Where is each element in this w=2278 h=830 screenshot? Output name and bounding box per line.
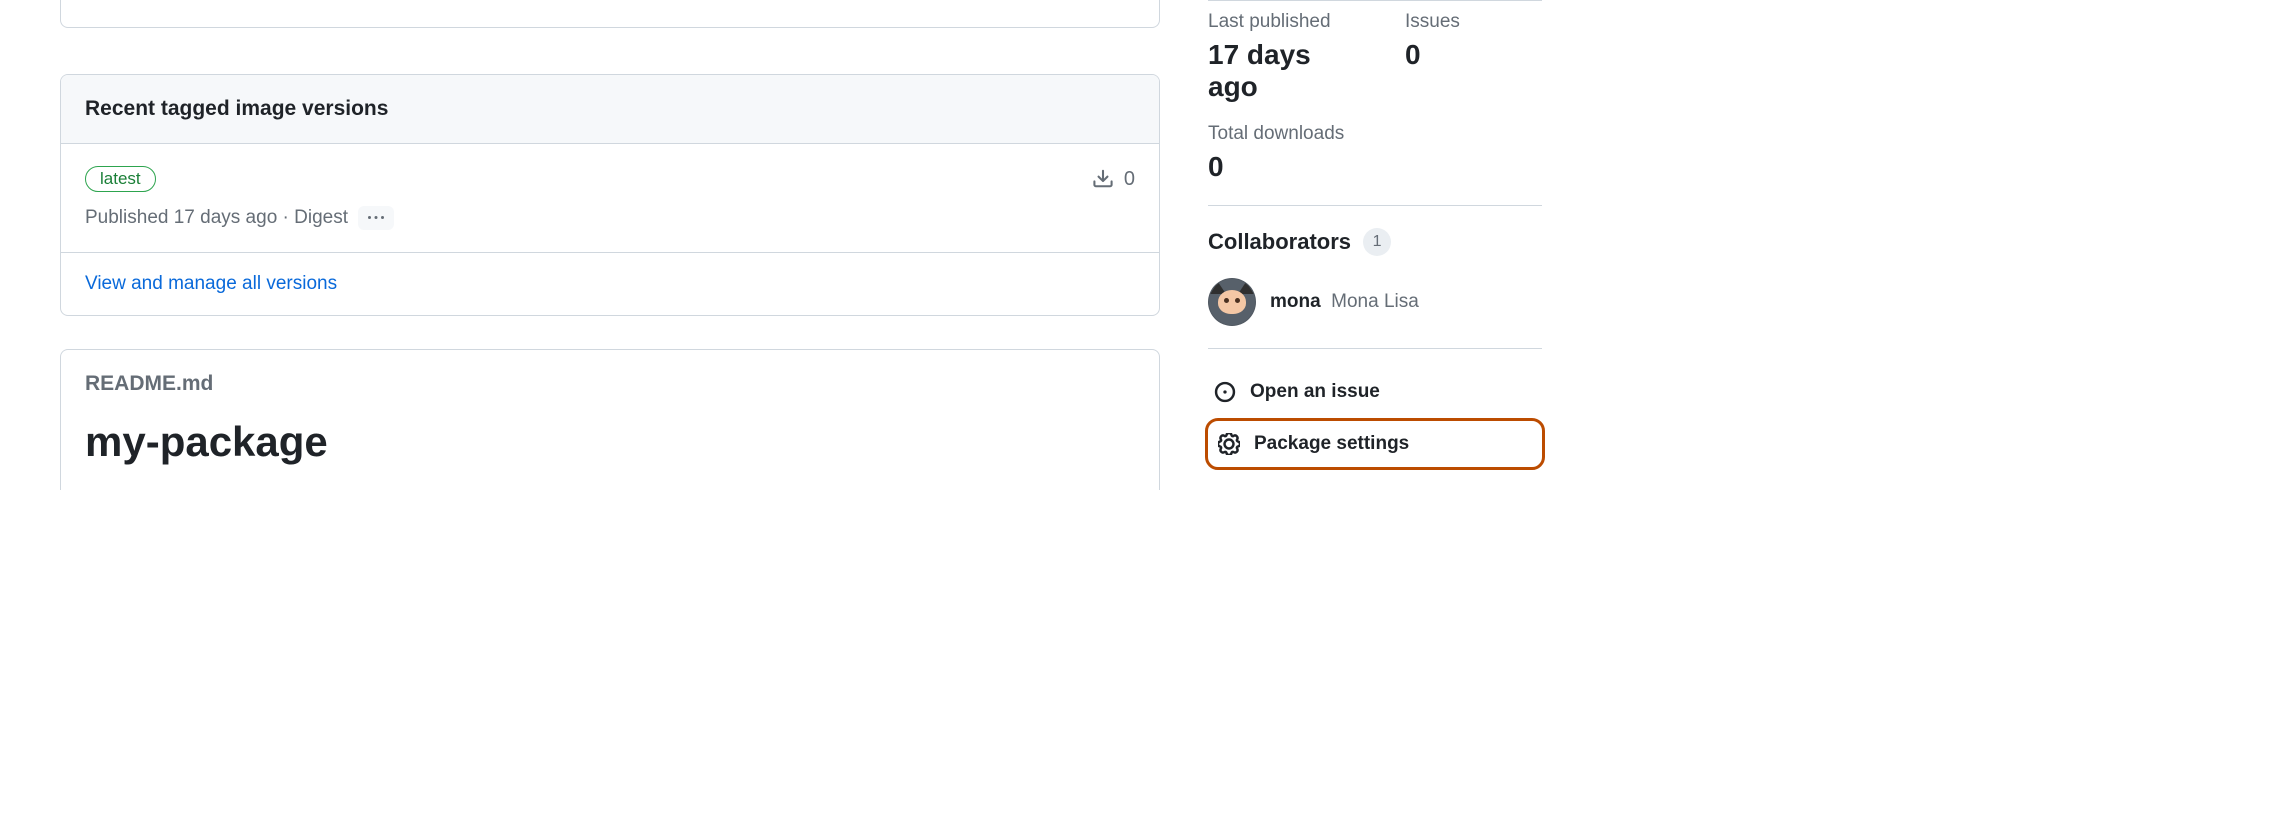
collaborator-row[interactable]: mona Mona Lisa <box>1208 278 1542 326</box>
sidebar-heading-row: Collaborators 1 <box>1208 228 1542 256</box>
stat-value: 17 days ago <box>1208 39 1345 103</box>
version-tag-badge[interactable]: latest <box>85 166 156 192</box>
recent-versions-panel: Recent tagged image versions latest 0 Pu… <box>60 74 1160 316</box>
collaborator-fullname: Mona Lisa <box>1331 291 1419 312</box>
download-icon <box>1092 168 1114 190</box>
view-all-versions-link[interactable]: View and manage all versions <box>85 273 337 294</box>
download-value: 0 <box>1124 168 1135 191</box>
stat-last-published: Last published 17 days ago <box>1208 11 1345 103</box>
readme-header: README.md <box>61 350 1159 404</box>
collaborators-count-badge: 1 <box>1363 228 1391 256</box>
stat-value: 0 <box>1208 151 1542 183</box>
panel-header: Recent tagged image versions <box>61 75 1159 144</box>
stat-label: Total downloads <box>1208 123 1542 145</box>
gear-icon <box>1218 433 1240 455</box>
version-meta-text: Published 17 days ago · Digest <box>85 207 348 229</box>
stat-issues: Issues 0 <box>1405 11 1542 103</box>
stat-label: Last published <box>1208 11 1345 33</box>
version-item: latest 0 Published 17 days ago · Digest <box>61 144 1159 253</box>
open-issue-label: Open an issue <box>1250 381 1380 403</box>
version-meta: Published 17 days ago · Digest <box>85 206 1135 230</box>
stat-value: 0 <box>1405 39 1542 71</box>
version-more-button[interactable] <box>358 206 394 230</box>
kebab-icon <box>368 210 384 226</box>
version-row-top: latest 0 <box>85 166 1135 192</box>
panel-footer: View and manage all versions <box>61 253 1159 315</box>
issue-icon <box>1214 381 1236 403</box>
readme-body: my-package <box>61 404 1159 490</box>
main-column: Recent tagged image versions latest 0 Pu… <box>60 0 1160 490</box>
panel-title: Recent tagged image versions <box>85 97 1135 121</box>
collaborators-heading: Collaborators <box>1208 229 1351 255</box>
panel-previous-section <box>60 0 1160 28</box>
readme-heading: my-package <box>85 418 1135 476</box>
readme-filename: README.md <box>85 372 213 395</box>
package-settings-label: Package settings <box>1254 433 1409 455</box>
readme-panel: README.md my-package <box>60 349 1160 490</box>
collaborator-username[interactable]: mona <box>1270 291 1321 312</box>
sidebar-stats-section: Last published 17 days ago Issues 0 Tota… <box>1208 0 1542 205</box>
open-issue-link[interactable]: Open an issue <box>1208 369 1542 415</box>
avatar[interactable] <box>1208 278 1256 326</box>
stat-total-downloads: Total downloads 0 <box>1208 123 1542 183</box>
sidebar-column: Last published 17 days ago Issues 0 Tota… <box>1208 0 1542 490</box>
download-count: 0 <box>1092 168 1135 191</box>
collaborator-name: mona Mona Lisa <box>1270 291 1419 313</box>
package-settings-link[interactable]: Package settings <box>1208 421 1542 467</box>
stat-grid: Last published 17 days ago Issues 0 <box>1208 11 1542 103</box>
stat-label: Issues <box>1405 11 1542 33</box>
sidebar-collaborators-section: Collaborators 1 mona Mona Lisa <box>1208 205 1542 348</box>
sidebar-actions-section: Open an issue Package settings <box>1208 348 1542 489</box>
